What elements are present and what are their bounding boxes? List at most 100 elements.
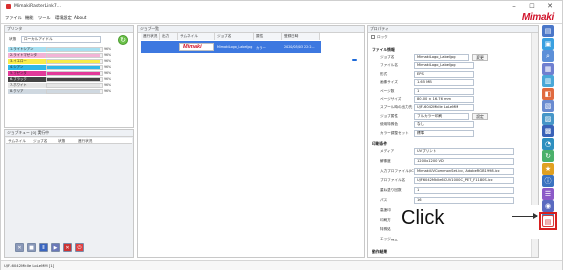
property-value[interactable]: 1 — [414, 87, 474, 95]
col-date[interactable]: 登録日時 — [282, 33, 320, 40]
window-title: MimakiRasterLink7... — [14, 4, 62, 9]
menu-divider — [1, 23, 562, 24]
print-condition-value[interactable]: 1 — [414, 187, 514, 195]
thumbnail-logo: Mimaki — [183, 44, 202, 50]
property-label: ページ数 — [380, 88, 395, 93]
print-condition-value[interactable]: 16 — [414, 197, 514, 204]
rename-button[interactable]: 変更 — [472, 54, 488, 61]
property-value[interactable]: 1.65 MB — [414, 79, 474, 87]
col-job-name[interactable]: ジョブ名 — [215, 33, 254, 40]
title-bar: MimakiRasterLink7... – ☐ ✕ — [1, 1, 562, 12]
property-value[interactable]: 80.00 × 16.76 mm — [414, 96, 474, 103]
special-icon[interactable]: ▨ — [542, 112, 554, 125]
status-bar: UJF-6042MkIIe LoLeMM [1] — [1, 260, 562, 270]
menu-about[interactable]: About — [74, 15, 86, 20]
job-row[interactable]: Mimaki MimakiLogo_Labeljpg カラー 2020/05/0… — [141, 41, 321, 53]
close-button[interactable]: ✕ — [542, 2, 558, 11]
ink-row: 4.シアン 96% — [8, 65, 126, 70]
delete-job-button[interactable]: ✕ — [15, 243, 24, 252]
col-output[interactable]: 出力 — [160, 33, 178, 40]
ink-row: 7.ホワイト 96% — [8, 83, 126, 88]
property-value[interactable]: MimakiLogo_Labeljpg — [414, 62, 474, 70]
queue-col-status[interactable]: 状態 — [58, 139, 65, 144]
ink-level-fill — [47, 48, 100, 51]
rotate-icon[interactable]: ↻ — [542, 150, 554, 162]
property-label: 画像サイズ — [380, 80, 398, 85]
job-list-panel: ジョブ一覧 進行状況 出力 サムネイル ジョブ名 属性 登録日時 Mimaki … — [137, 25, 365, 258]
color-icon[interactable]: ◧ — [542, 87, 554, 100]
ink-level-bar — [46, 89, 103, 94]
property-value[interactable]: フルカラー印刷 — [414, 112, 469, 120]
ink-row: 3.イエロー 96% — [8, 59, 126, 64]
queue-col-progress[interactable]: 進行状況 — [78, 139, 92, 144]
print-condition-value[interactable]: UVプリント — [414, 148, 514, 155]
property-label: スプール時の出力先 — [380, 105, 413, 110]
menu-function[interactable]: 機能 — [25, 15, 33, 21]
stop-button[interactable]: ✕ — [63, 243, 72, 252]
ink-level-bar — [46, 65, 103, 70]
resume-button[interactable]: ▶ — [51, 243, 60, 252]
menu-settings[interactable]: 環境設定 — [55, 15, 72, 21]
maximize-button[interactable]: ☐ — [524, 2, 540, 11]
ink-level-bar — [46, 83, 103, 88]
minimize-button[interactable]: – — [506, 2, 522, 11]
ink-level-bar — [46, 47, 103, 52]
star-icon[interactable]: ★ — [542, 162, 554, 175]
ink-row: 8.クリア 96% — [8, 89, 126, 94]
properties-icon[interactable]: ▤ — [542, 25, 554, 37]
click-callout-text: Click — [401, 207, 445, 229]
print-condition-value[interactable]: 1200x1200 VD — [414, 157, 514, 165]
queue-col-thumb[interactable]: サムネイル — [8, 139, 26, 144]
info-icon[interactable]: ⓘ — [542, 175, 554, 187]
ink-percent: 96% — [104, 59, 112, 63]
print-condition-label: 重ね塗り回数 — [380, 188, 402, 193]
search-icon[interactable]: ⌕ — [542, 50, 554, 62]
print-condition-value[interactable]: MimakiUVCommonSet.icc, AdobeRGB1998.icc — [414, 167, 514, 175]
image-edit-icon[interactable]: ▣ — [542, 37, 554, 50]
app-icon — [6, 4, 11, 9]
col-progress[interactable]: 進行状況 — [141, 33, 160, 40]
property-value[interactable]: EPS — [414, 70, 474, 78]
ink-level-bar — [46, 59, 103, 64]
lock-checkbox[interactable] — [371, 35, 375, 39]
ink-level-fill — [47, 90, 100, 93]
tile-icon[interactable]: ▩ — [542, 125, 554, 137]
print-icon[interactable]: ▦ — [542, 62, 554, 75]
file-info-title: ファイル情報 — [372, 47, 395, 52]
print-condition-label: 解像度 — [380, 158, 391, 163]
col-thumbnail[interactable]: サムネイル — [178, 33, 215, 40]
property-value[interactable]: 標準 — [414, 129, 474, 137]
cut-icon[interactable]: ▧ — [542, 100, 554, 112]
property-value[interactable]: なし — [414, 121, 474, 129]
menu-tool[interactable]: ツール — [38, 15, 51, 21]
layout-icon[interactable]: ▥ — [542, 75, 554, 87]
property-label: 形式 — [380, 71, 388, 76]
main-window: MimakiRasterLink7... – ☐ ✕ ファイル 機能 ツール 環… — [0, 0, 563, 270]
queue-col-name[interactable]: ジョブ名 — [33, 139, 47, 144]
ink-percent: 96% — [104, 77, 112, 81]
print-condition-value[interactable]: UJF6042MkIIe6CUV1000C_PET_F1180S.icc — [414, 177, 514, 185]
ink-level-fill — [47, 54, 100, 57]
pause-button[interactable]: Ⅱ — [39, 243, 48, 252]
job-attribute: カラー — [256, 46, 266, 50]
cancel-button[interactable]: ■ — [27, 243, 36, 252]
ink-level-fill — [47, 78, 100, 81]
gauge-icon[interactable]: ◔ — [542, 137, 554, 150]
power-button[interactable]: ⏻ — [75, 243, 84, 252]
ink-level-bar — [46, 77, 103, 82]
settings-button[interactable]: 設定 — [472, 112, 488, 120]
list-icon[interactable]: ☰ — [542, 187, 554, 200]
print-conditions-title: 印刷条件 — [372, 141, 388, 146]
property-label: カラー調整セット — [380, 130, 409, 135]
col-attribute[interactable]: 属性 — [254, 33, 282, 40]
property-value[interactable]: MimakiLogo_Labeljpg — [414, 54, 469, 61]
property-value[interactable]: UJF-6042MkIIe LoLeMM — [414, 104, 474, 112]
ink-name: 2.ライトマゼンタ — [8, 53, 46, 58]
ink-percent: 96% — [104, 89, 112, 93]
menu-bar: ファイル 機能 ツール 環境設定 About — [1, 13, 562, 22]
splitter-handle[interactable] — [352, 59, 357, 61]
ink-name: 6.ブラック — [8, 77, 46, 82]
camera-icon[interactable]: ◉ — [542, 200, 554, 212]
refresh-icon[interactable]: ↻ — [118, 35, 128, 45]
menu-file[interactable]: ファイル — [5, 15, 22, 21]
